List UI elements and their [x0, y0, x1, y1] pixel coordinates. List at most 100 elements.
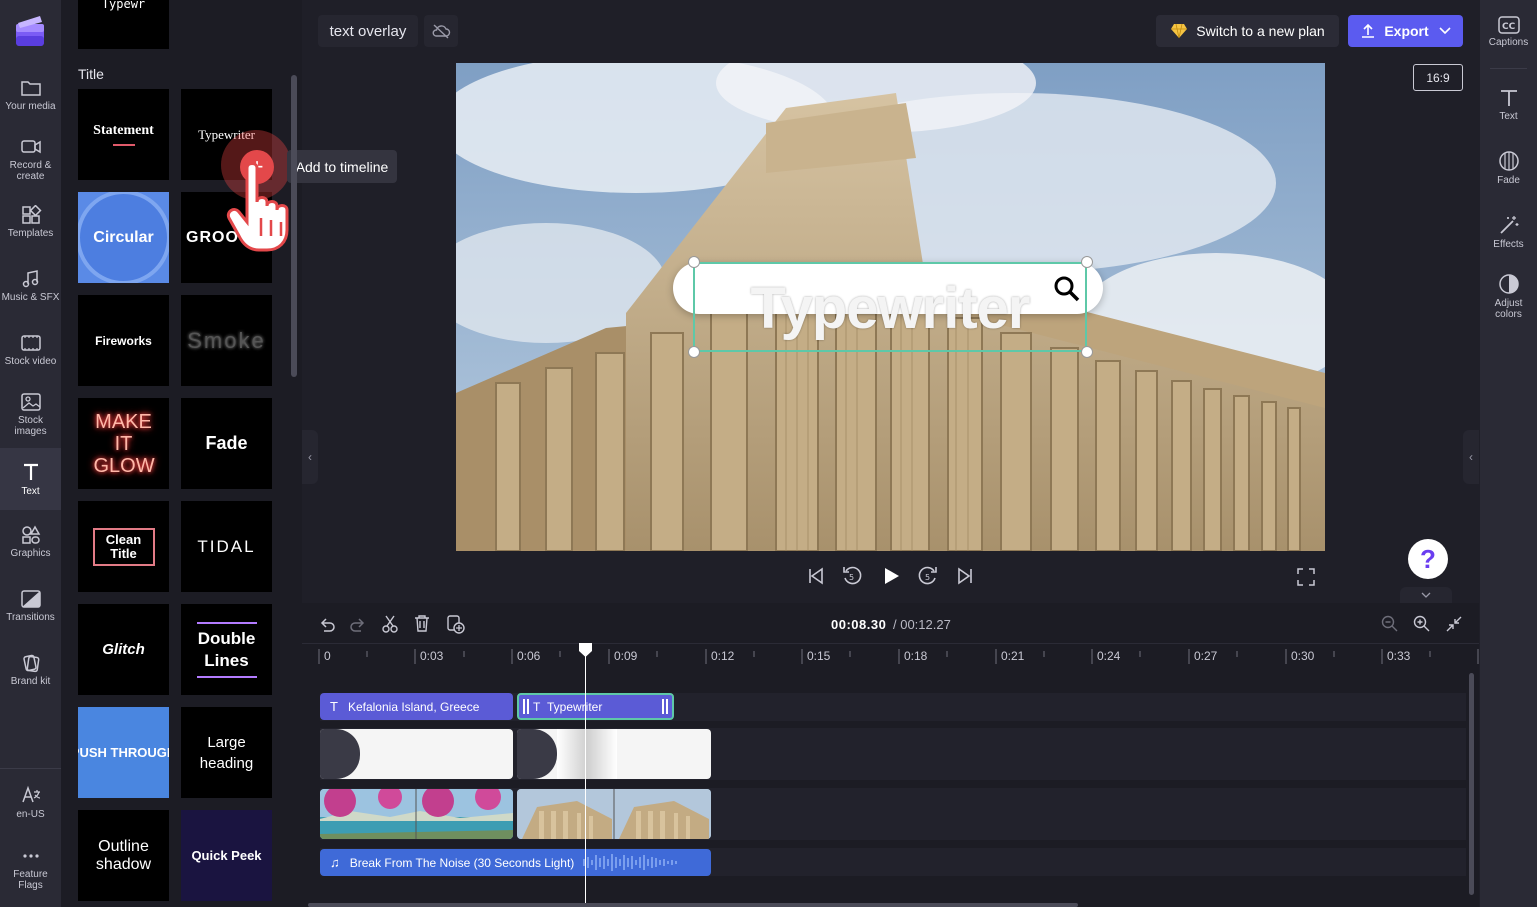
- ruler-label: 0:24: [1097, 649, 1121, 663]
- clip-trim-handle-left[interactable]: [523, 699, 529, 714]
- redo-icon[interactable]: [349, 615, 367, 633]
- scissors-icon[interactable]: [381, 615, 399, 633]
- clipchamp-logo[interactable]: [14, 14, 46, 48]
- rnav-captions[interactable]: CC Captions: [1480, 16, 1537, 54]
- nav-language[interactable]: en-US: [0, 784, 61, 824]
- chevron-left-icon: ‹: [308, 450, 312, 464]
- text-clip-typewriter[interactable]: T Typewriter: [517, 693, 674, 720]
- tile-typewriter-partial[interactable]: Typewr: [78, 0, 169, 49]
- video-clip-parthenon[interactable]: [517, 789, 711, 839]
- nav-label: Text: [21, 486, 40, 497]
- collapse-panel-handle[interactable]: ‹: [302, 430, 318, 484]
- captions-icon: CC: [1497, 16, 1520, 34]
- playhead-handle[interactable]: [579, 643, 592, 657]
- text-clip-kefalonia[interactable]: T Kefalonia Island, Greece: [320, 693, 513, 720]
- tile-outline-shadow[interactable]: Outline shadow: [78, 810, 169, 901]
- nav-templates[interactable]: Templates: [0, 205, 61, 245]
- graphic-clip-2[interactable]: [517, 729, 711, 779]
- tile-quick-peek[interactable]: Quick Peek: [181, 810, 272, 901]
- tile-label: Circular: [93, 228, 154, 246]
- question-icon: ?: [1420, 543, 1436, 574]
- nav-brand-kit[interactable]: Brand kit: [0, 653, 61, 693]
- ruler-label: 0:30: [1291, 649, 1315, 663]
- nav-stock-images[interactable]: Stock images: [0, 392, 61, 440]
- tile-label: Fireworks: [95, 333, 152, 348]
- tile-label: Glitch: [102, 641, 145, 658]
- rnav-fade[interactable]: Fade: [1480, 150, 1537, 188]
- graphic-clip-1[interactable]: [320, 729, 513, 779]
- section-title: Title: [78, 66, 104, 82]
- expand-timeline-handle[interactable]: [1400, 587, 1452, 603]
- tile-label: Smoke: [187, 327, 266, 353]
- nav-transitions[interactable]: Transitions: [0, 589, 61, 629]
- nav-graphics[interactable]: Graphics: [0, 525, 61, 565]
- resize-handle-bottom-left[interactable]: [688, 346, 700, 358]
- zoom-in-icon[interactable]: [1413, 615, 1431, 633]
- nav-stock-video[interactable]: Stock video: [0, 333, 61, 373]
- rnav-label: Captions: [1488, 37, 1529, 48]
- tile-smoke[interactable]: Smoke: [181, 295, 272, 386]
- tile-tidal[interactable]: TIDAL: [181, 501, 272, 592]
- playhead-line[interactable]: [585, 649, 586, 907]
- skip-to-end-icon[interactable]: [955, 566, 975, 586]
- ruler-label: 0:33: [1387, 649, 1411, 663]
- tile-fireworks[interactable]: Fireworks: [78, 295, 169, 386]
- tile-push-through[interactable]: PUSH THROUGH: [78, 707, 169, 798]
- collapse-properties-handle[interactable]: ‹: [1463, 430, 1479, 484]
- aspect-ratio-button[interactable]: 16:9: [1413, 64, 1463, 91]
- nav-record-create[interactable]: Record & create: [0, 137, 61, 185]
- tile-double-lines[interactable]: Double Lines: [181, 604, 272, 695]
- rewind-5-icon[interactable]: 5: [841, 565, 863, 587]
- text-t-icon: [1500, 90, 1517, 106]
- line-accent: [196, 621, 257, 624]
- play-icon[interactable]: [880, 565, 902, 587]
- clip-trim-handle-right[interactable]: [662, 699, 668, 714]
- forward-5-icon[interactable]: 5: [917, 565, 939, 587]
- resize-handle-top-left[interactable]: [688, 256, 700, 268]
- add-media-icon[interactable]: [445, 614, 465, 634]
- video-clip-kefalonia[interactable]: [320, 789, 513, 839]
- resize-handle-bottom-right[interactable]: [1081, 346, 1093, 358]
- resize-handle-top-right[interactable]: [1081, 256, 1093, 268]
- tile-large-heading[interactable]: Large heading: [181, 707, 272, 798]
- selection-box[interactable]: [693, 262, 1087, 352]
- tile-clean-title[interactable]: Clean Title: [78, 501, 169, 592]
- tile-glitch[interactable]: Glitch: [78, 604, 169, 695]
- svg-text:5: 5: [925, 573, 930, 582]
- project-name-field[interactable]: text overlay: [318, 15, 418, 47]
- nav-music-sfx[interactable]: Music & SFX: [0, 269, 61, 309]
- timeline-vertical-scrollbar[interactable]: [1469, 673, 1474, 895]
- timeline-horizontal-scrollbar[interactable]: [308, 903, 1078, 907]
- ruler-label: 0: [324, 649, 331, 663]
- fit-timeline-icon[interactable]: [1445, 615, 1463, 633]
- tile-statement[interactable]: Statement: [78, 89, 169, 180]
- switch-plan-label: Switch to a new plan: [1196, 23, 1325, 39]
- export-button[interactable]: Export: [1348, 15, 1463, 47]
- text-t-icon: [23, 463, 38, 480]
- tile-circular[interactable]: Circular: [78, 192, 169, 283]
- undo-icon[interactable]: [318, 615, 336, 633]
- audio-waveform: [583, 854, 677, 871]
- nav-label: Music & SFX: [1, 292, 60, 303]
- trash-icon[interactable]: [413, 614, 431, 633]
- rnav-adjust-colors[interactable]: Adjust colors: [1480, 273, 1537, 323]
- help-button[interactable]: ?: [1408, 539, 1448, 579]
- cloud-sync-button[interactable]: [424, 15, 458, 47]
- nav-feature-flags[interactable]: Feature Flags: [0, 846, 61, 894]
- tile-make-it-glow[interactable]: MAKE IT GLOW: [78, 398, 169, 489]
- switch-plan-button[interactable]: Switch to a new plan: [1156, 15, 1339, 47]
- fullscreen-icon[interactable]: [1297, 568, 1315, 586]
- panel-scrollbar[interactable]: [291, 75, 297, 377]
- tile-fade[interactable]: Fade: [181, 398, 272, 489]
- audio-clip[interactable]: ♫ Break From The Noise (30 Seconds Light…: [320, 849, 711, 876]
- rnav-effects[interactable]: Effects: [1480, 214, 1537, 252]
- shapes-icon: [21, 525, 40, 544]
- nav-text[interactable]: Text: [0, 448, 61, 510]
- language-icon: [21, 785, 40, 803]
- rnav-text[interactable]: Text: [1480, 88, 1537, 126]
- nav-your-media[interactable]: Your media: [0, 78, 61, 118]
- skip-to-start-icon[interactable]: [806, 566, 826, 586]
- tile-label: Quick Peek: [191, 848, 262, 863]
- image-icon: [20, 393, 41, 411]
- zoom-out-icon[interactable]: [1381, 615, 1399, 633]
